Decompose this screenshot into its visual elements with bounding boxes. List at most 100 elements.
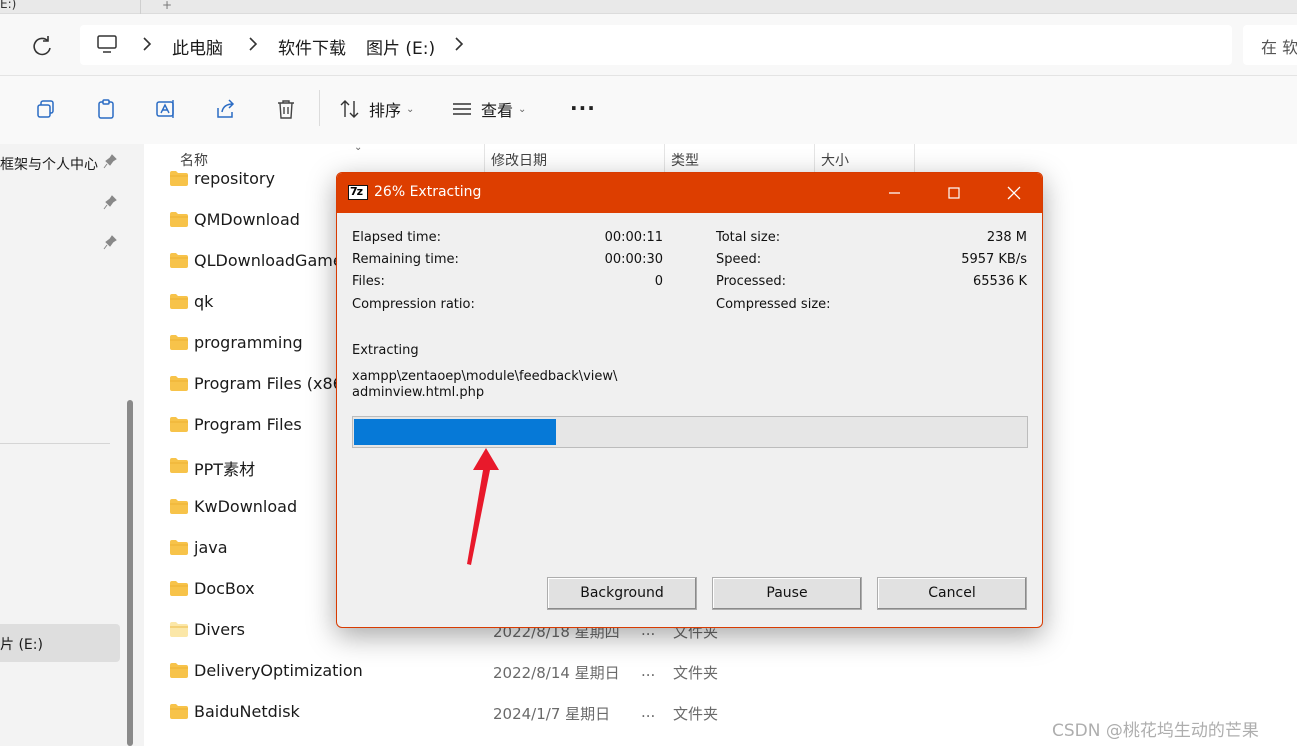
sort-down-icon: ⌄: [354, 142, 363, 153]
folder-icon: [170, 458, 188, 473]
file-name: java: [194, 538, 228, 557]
close-icon[interactable]: [984, 173, 1043, 213]
folder-icon: [170, 294, 188, 309]
minimize-icon[interactable]: [864, 173, 924, 213]
tab-divider: [140, 0, 141, 14]
folder-icon: [170, 581, 188, 596]
pin-icon[interactable]: [103, 235, 117, 251]
file-row[interactable]: DeliveryOptimization 2022/8/14 星期日... 文件夹: [144, 651, 1297, 692]
progress-bar: [352, 416, 1028, 448]
folder-icon: [170, 704, 188, 719]
file-name: programming: [194, 333, 303, 352]
processed-label: Processed:: [716, 274, 786, 289]
nav-divider: [0, 443, 110, 444]
pin-icon[interactable]: [103, 195, 117, 211]
tab-title-fragment[interactable]: E:): [0, 0, 16, 10]
nav-item-label: 框架与个人中心: [0, 157, 98, 173]
folder-icon: [170, 663, 188, 678]
view-icon: [453, 103, 471, 115]
folder-icon: [170, 376, 188, 391]
chevron-right-icon[interactable]: [142, 37, 152, 51]
file-date: 2024/1/7 星期日: [493, 705, 611, 723]
file-name: qk: [194, 292, 214, 311]
chevron-right-icon[interactable]: [454, 37, 464, 51]
breadcrumb-item-software[interactable]: 软件下载: [278, 34, 346, 59]
sort-button[interactable]: 排序 ⌄: [339, 96, 414, 122]
dialog-title-bar[interactable]: 7z 26% Extracting: [337, 173, 1043, 213]
folder-icon: [170, 622, 188, 637]
speed-label: Speed:: [716, 252, 762, 267]
folder-icon: [170, 499, 188, 514]
search-input[interactable]: 在 软: [1243, 25, 1297, 65]
total-size-label: Total size:: [716, 230, 781, 245]
more-options-button[interactable]: ···: [570, 96, 596, 120]
delete-icon[interactable]: [275, 98, 297, 120]
background-button[interactable]: Background: [547, 577, 697, 610]
file-type: 文件夹: [673, 664, 719, 682]
nav-scrollbar[interactable]: [127, 400, 133, 746]
chevron-right-icon[interactable]: [248, 37, 258, 51]
computer-icon: [97, 35, 117, 53]
file-name: PPT素材: [194, 460, 256, 479]
remaining-time-value: 00:00:30: [604, 252, 663, 267]
refresh-icon[interactable]: [28, 32, 56, 60]
current-path-line1: xampp\zentaoep\module\feedback\view\: [352, 369, 618, 384]
extract-progress-dialog: 7z 26% Extracting Elapsed time: Remainin…: [336, 172, 1043, 628]
new-tab-button[interactable]: +: [162, 0, 172, 12]
toolbar-divider: [319, 90, 320, 126]
speed-value: 5957 KB/s: [961, 252, 1027, 267]
rename-icon[interactable]: [155, 98, 177, 120]
sort-label: 排序: [369, 101, 402, 120]
elapsed-time-value: 00:00:11: [604, 230, 663, 245]
file-name: Program Files: [194, 415, 302, 434]
pin-icon[interactable]: [103, 154, 117, 170]
annotation-arrow-icon: [467, 448, 499, 565]
nav-item-pinned[interactable]: 框架与个人中心: [0, 144, 120, 184]
dialog-title: 26% Extracting: [374, 184, 482, 200]
nav-item-drive-selected[interactable]: 片 (E:): [0, 624, 120, 662]
nav-item-pinned[interactable]: [0, 225, 120, 265]
file-name: QLDownloadGame: [194, 251, 343, 270]
total-size-value: 238 M: [986, 230, 1027, 245]
file-ellipsis: ...: [641, 662, 656, 680]
watermark: CSDN @桃花坞生动的芒果: [1052, 721, 1259, 741]
search-placeholder: 在 软: [1261, 38, 1297, 57]
sort-icon: [340, 100, 359, 118]
folder-icon: [170, 212, 188, 227]
copy-icon[interactable]: [35, 98, 57, 120]
file-name: QMDownload: [194, 210, 300, 229]
folder-icon: [170, 171, 188, 186]
nav-item-pinned[interactable]: [0, 185, 120, 225]
remaining-time-label: Remaining time:: [352, 252, 459, 267]
breadcrumb[interactable]: 此电脑 软件下载 图片 (E:): [80, 25, 1232, 65]
folder-icon: [170, 540, 188, 555]
file-ellipsis: ...: [641, 703, 656, 721]
paste-icon[interactable]: [95, 98, 117, 120]
chevron-down-icon: ⌄: [406, 103, 415, 115]
folder-icon: [170, 253, 188, 268]
maximize-icon[interactable]: [924, 173, 984, 213]
navigation-pane: 框架与个人中心 片 (E:): [0, 144, 122, 746]
breadcrumb-item-this-pc[interactable]: 此电脑: [172, 34, 223, 59]
folder-icon: [170, 335, 188, 350]
app-icon-text: 7z: [350, 185, 363, 198]
file-name: DocBox: [194, 579, 255, 598]
7zip-app-icon: 7z: [348, 185, 368, 200]
files-label: Files:: [352, 274, 385, 289]
chevron-down-icon: ⌄: [518, 103, 527, 115]
cancel-button[interactable]: Cancel: [877, 577, 1027, 610]
file-date: 2022/8/14 星期日: [493, 664, 620, 682]
current-path-line2: adminview.html.php: [352, 385, 485, 400]
view-label: 查看: [481, 101, 514, 120]
file-name: repository: [194, 169, 275, 188]
file-name: Program Files (x86): [194, 374, 350, 393]
command-bar: 排序 ⌄ 查看 ⌄ ···: [0, 76, 1297, 144]
files-value: 0: [654, 274, 663, 289]
file-type: 文件夹: [673, 705, 719, 723]
view-button[interactable]: 查看 ⌄: [451, 96, 526, 122]
share-icon[interactable]: [215, 98, 237, 120]
pause-button[interactable]: Pause: [712, 577, 862, 610]
file-name: Divers: [194, 620, 245, 639]
breadcrumb-item-drive[interactable]: 图片 (E:): [366, 34, 435, 59]
address-bar: 此电脑 软件下载 图片 (E:) 在 软: [0, 14, 1297, 76]
